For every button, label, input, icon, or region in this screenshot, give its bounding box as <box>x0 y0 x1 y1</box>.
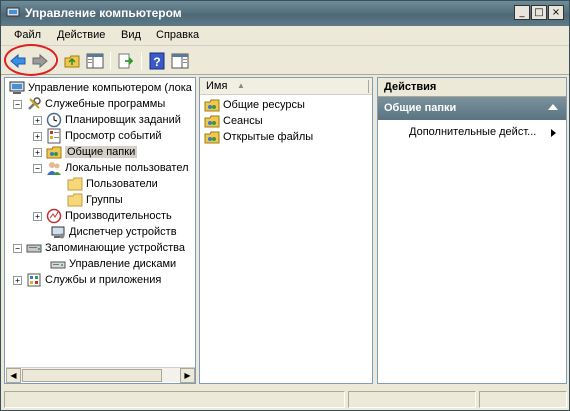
tree-item-event-viewer[interactable]: + Просмотр событий <box>33 128 162 144</box>
device-manager-icon <box>51 226 65 239</box>
tree-item-performance[interactable]: + Производительность <box>33 208 172 224</box>
tree-label: Диспетчер устройств <box>69 226 177 238</box>
tree-item-shared-folders[interactable]: + Общие папки <box>33 144 138 160</box>
tree-item-local-users[interactable]: − Локальные пользовател <box>33 160 189 176</box>
title-bar[interactable]: Управление компьютером _ □ × <box>1 1 569 26</box>
console-tree-icon[interactable] <box>86 52 104 70</box>
shared-resources-icon <box>204 99 220 112</box>
event-viewer-icon <box>47 128 61 144</box>
submenu-arrow-icon[interactable] <box>551 129 556 137</box>
tools-icon <box>28 97 41 110</box>
up-folder-icon[interactable] <box>63 52 81 70</box>
list-item[interactable]: Общие ресурсы <box>204 97 305 113</box>
list-item-label: Общие ресурсы <box>223 99 305 111</box>
collapse-icon[interactable]: − <box>33 163 42 173</box>
expand-icon[interactable]: + <box>33 131 42 141</box>
tree-item-device-manager[interactable]: Диспетчер устройств <box>50 224 177 240</box>
clock-icon <box>46 112 62 128</box>
collapse-icon[interactable]: − <box>13 243 22 253</box>
status-segment <box>348 391 476 408</box>
scroll-right-button[interactable]: ▶ <box>180 368 195 383</box>
computer-management-icon <box>6 7 20 19</box>
console-tree: Управление компьютером (лока − Служебные… <box>4 77 196 384</box>
action-pane-icon[interactable] <box>171 52 189 70</box>
expand-icon[interactable]: + <box>33 147 42 157</box>
tree-item-services-apps[interactable]: + Службы и приложения <box>13 272 161 288</box>
folder-icon <box>67 177 83 191</box>
tree-item-system-tools[interactable]: − Служебные программы <box>13 96 165 112</box>
actions-group-label: Общие папки <box>384 102 457 114</box>
tree-label: Пользователи <box>86 178 158 190</box>
tree-item-groups[interactable]: Группы <box>67 192 123 208</box>
list-header: Имя ▲ <box>200 78 372 95</box>
actions-title: Действия <box>378 78 566 97</box>
highlight-annotation <box>4 44 58 76</box>
menu-view[interactable]: Вид <box>121 29 141 41</box>
tree-horizontal-scrollbar[interactable]: ◀ ▶ <box>6 367 195 383</box>
status-segment <box>479 391 567 408</box>
tree-label: Запоминающие устройства <box>45 242 186 254</box>
menu-help[interactable]: Справка <box>156 29 199 41</box>
tree-item-storage[interactable]: − Запоминающие устройства <box>13 240 185 256</box>
tree-label: Просмотр событий <box>65 130 162 142</box>
scroll-left-button[interactable]: ◀ <box>6 368 21 383</box>
svg-text:?: ? <box>153 55 160 69</box>
tree-label: Управление компьютером (лока <box>28 82 192 94</box>
close-button[interactable]: × <box>548 5 564 20</box>
column-header-name[interactable]: Имя <box>206 80 227 92</box>
folder-icon <box>67 193 83 207</box>
minimize-button[interactable]: _ <box>514 5 530 20</box>
list-item[interactable]: Сеансы <box>204 113 263 129</box>
tree-label: Планировщик заданий <box>65 114 181 126</box>
export-list-icon[interactable] <box>117 52 135 70</box>
more-actions-item[interactable]: Дополнительные дейст... <box>409 126 536 138</box>
actions-group-header[interactable]: Общие папки <box>378 97 566 120</box>
tree-label: Службы и приложения <box>45 274 162 286</box>
sessions-icon <box>204 115 220 128</box>
list-item-label: Открытые файлы <box>223 131 314 143</box>
help-icon[interactable]: ? <box>148 52 166 70</box>
open-files-icon <box>204 131 220 144</box>
storage-icon <box>26 244 42 253</box>
collapse-up-icon[interactable] <box>548 104 558 110</box>
expand-icon[interactable]: + <box>33 115 42 125</box>
tree-label: Группы <box>86 194 123 206</box>
tree-item-task-scheduler[interactable]: + Планировщик заданий <box>33 112 181 128</box>
maximize-button[interactable]: □ <box>531 5 547 20</box>
tree-label: Управление дисками <box>69 258 177 270</box>
tree-item-root[interactable]: Управление компьютером (лока <box>9 80 192 96</box>
tree-label: Локальные пользовател <box>65 162 189 174</box>
sort-ascending-icon: ▲ <box>237 81 245 90</box>
computer-management-window: Управление компьютером _ □ × Файл Действ… <box>0 0 570 411</box>
tree-item-users[interactable]: Пользователи <box>67 176 158 192</box>
collapse-icon[interactable]: − <box>13 99 22 109</box>
menu-file[interactable]: Файл <box>14 29 41 41</box>
users-icon <box>47 162 61 175</box>
disk-management-icon <box>50 261 66 269</box>
expand-icon[interactable]: + <box>13 275 22 285</box>
tree-label: Служебные программы <box>45 98 166 110</box>
list-item-label: Сеансы <box>223 115 263 127</box>
shared-folders-icon <box>46 146 62 159</box>
services-icon <box>27 273 41 287</box>
menu-action[interactable]: Действие <box>57 29 105 41</box>
scroll-thumb[interactable] <box>22 369 162 382</box>
actions-pane: Действия Общие папки Дополнительные дейс… <box>377 77 567 384</box>
menu-bar: Файл Действие Вид Справка <box>1 26 569 46</box>
tree-item-disk-management[interactable]: Управление дисками <box>50 256 176 272</box>
window-title: Управление компьютером <box>25 6 182 20</box>
toolbar: ? <box>1 47 569 75</box>
tree-label: Производительность <box>65 210 172 222</box>
performance-icon <box>46 208 62 224</box>
results-list: Имя ▲ Общие ресурсы Сеансы Открытые файл… <box>199 77 373 384</box>
status-segment <box>4 391 345 408</box>
list-item[interactable]: Открытые файлы <box>204 129 313 145</box>
computer-management-icon <box>9 81 25 94</box>
expand-icon[interactable]: + <box>33 211 42 221</box>
tree-label: Общие папки <box>65 146 138 158</box>
status-bar <box>1 388 569 410</box>
